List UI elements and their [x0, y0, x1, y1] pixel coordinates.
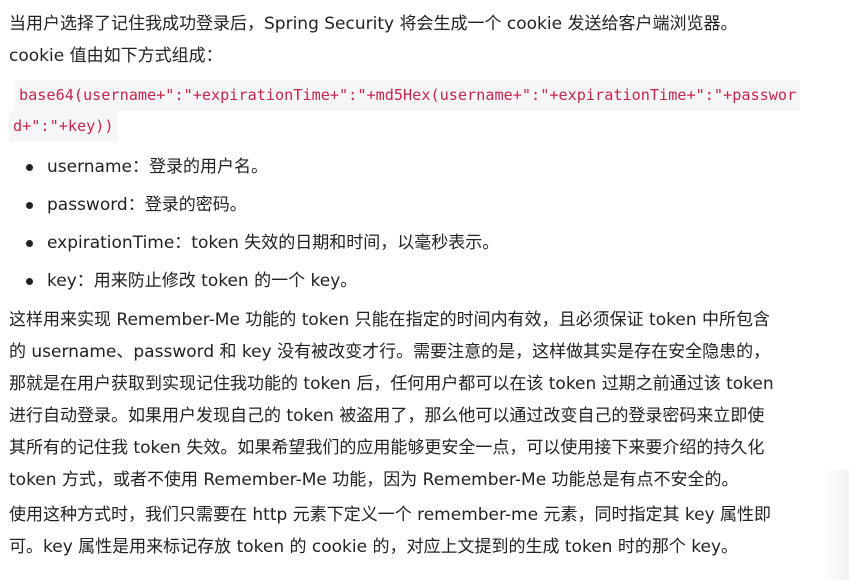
intro-line-1: 当用户选择了记住我成功登录后，Spring Security 将会生成一个 co… — [9, 14, 738, 34]
list-item-text: username：登录的用户名。 — [47, 157, 268, 177]
paragraph-line: 这样用来实现 Remember-Me 功能的 token 只能在指定的时间内有效… — [9, 310, 770, 330]
bullet-dot-icon — [26, 164, 33, 171]
list-item: password：登录的密码。 — [9, 186, 847, 224]
paragraph-line: 其所有的记住我 token 失效。如果希望我们的应用能够更安全一点，可以使用接下… — [9, 438, 765, 458]
list-item: username：登录的用户名。 — [9, 148, 847, 186]
bullet-dot-icon — [26, 278, 33, 285]
paragraph-line: 那就是在用户获取到实现记住我功能的 token 后，任何用户都可以在该 toke… — [9, 374, 774, 394]
list-item-text: expirationTime：token 失效的日期和时间，以毫秒表示。 — [47, 233, 500, 253]
paragraph-line: 使用这种方式时，我们只需要在 http 元素下定义一个 remember-me … — [9, 505, 772, 525]
paragraph-line: token 方式，或者不使用 Remember-Me 功能，因为 Remembe… — [9, 470, 739, 490]
bullet-dot-icon — [26, 240, 33, 247]
right-edge-fade — [821, 470, 849, 580]
paragraph-line: 的 username、password 和 key 没有被改变才行。需要注意的是… — [9, 342, 771, 362]
code-line-2: d+":"+key)) — [9, 111, 118, 142]
paragraph-line: 可。key 属性是用来标记存放 token 的 cookie 的，对应上文提到的… — [9, 537, 738, 557]
definition-list: username：登录的用户名。 password：登录的密码。 expirat… — [9, 148, 847, 300]
list-item-text: key：用来防止修改 token 的一个 key。 — [47, 271, 358, 291]
list-item-text: password：登录的密码。 — [47, 195, 247, 215]
code-block: base64(username+":"+expirationTime+":"+m… — [9, 80, 847, 142]
paragraph-line: 进行自动登录。如果用户发现自己的 token 被盗用了，那么他可以通过改变自己的… — [9, 406, 765, 426]
explanation-paragraph: 这样用来实现 Remember-Me 功能的 token 只能在指定的时间内有效… — [9, 304, 847, 496]
code-line-1: base64(username+":"+expirationTime+":"+m… — [15, 80, 801, 111]
bullet-dot-icon — [26, 202, 33, 209]
intro-line-2: cookie 值由如下方式组成： — [9, 46, 223, 66]
list-item: key：用来防止修改 token 的一个 key。 — [9, 262, 847, 300]
usage-paragraph: 使用这种方式时，我们只需要在 http 元素下定义一个 remember-me … — [9, 499, 847, 563]
document-body: 当用户选择了记住我成功登录后，Spring Security 将会生成一个 co… — [9, 8, 847, 563]
list-item: expirationTime：token 失效的日期和时间，以毫秒表示。 — [9, 224, 847, 262]
